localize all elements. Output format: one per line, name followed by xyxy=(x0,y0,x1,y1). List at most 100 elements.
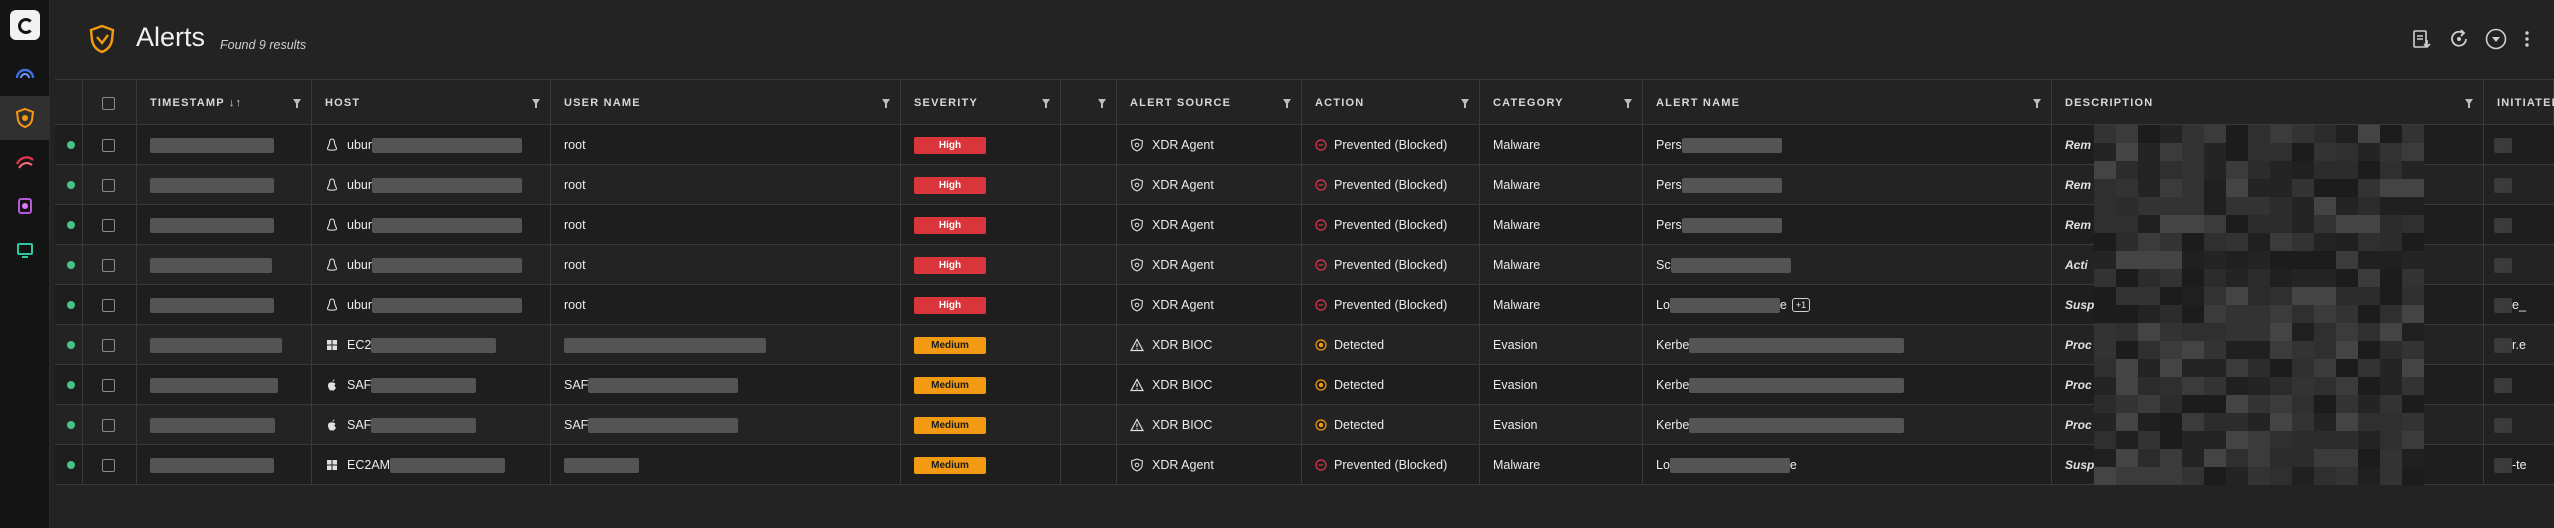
row-checkbox[interactable] xyxy=(102,418,115,432)
export-icon[interactable] xyxy=(2408,26,2434,52)
severity-badge: Medium xyxy=(914,376,986,394)
redaction-pixel xyxy=(2314,395,2336,413)
column-header-description[interactable]: DESCRIPTION xyxy=(2052,80,2484,126)
column-filter-icon[interactable] xyxy=(2465,99,2473,108)
column-label: SEVERITY xyxy=(914,97,979,109)
cell-user: root xyxy=(551,205,901,245)
redaction-pixel xyxy=(2138,323,2160,341)
redaction-pixel xyxy=(2358,197,2380,215)
description-text: Acti xyxy=(2065,258,2088,272)
status-dot xyxy=(67,421,75,429)
column-header-alert_name[interactable]: ALERT NAME xyxy=(1643,80,2052,126)
column-filter-icon[interactable] xyxy=(882,99,890,108)
category-text: Evasion xyxy=(1493,418,1538,432)
redaction-pixel xyxy=(2292,287,2314,305)
more-options-icon[interactable] xyxy=(2514,26,2540,52)
redaction-pixel xyxy=(2204,233,2226,251)
column-header-action[interactable]: ACTION xyxy=(1302,80,1480,126)
row-checkbox[interactable] xyxy=(102,378,115,392)
user-name: root xyxy=(564,178,586,192)
row-checkbox[interactable] xyxy=(102,258,115,272)
cell-select[interactable] xyxy=(83,445,137,485)
alerts-nav-icon[interactable] xyxy=(0,96,50,140)
redaction-pixel xyxy=(2226,413,2248,431)
redaction-pixel xyxy=(2160,431,2182,449)
redaction-pixel xyxy=(2402,323,2424,341)
cell-select[interactable] xyxy=(83,405,137,445)
redaction-pixel xyxy=(2182,323,2204,341)
redaction-pixel xyxy=(2160,467,2182,485)
redaction-pixel xyxy=(2138,449,2160,467)
column-header-category[interactable]: CATEGORY xyxy=(1480,80,1643,126)
incidents-icon[interactable] xyxy=(0,140,50,184)
redacted-value xyxy=(2494,417,2512,433)
alert-source-icon xyxy=(1130,178,1144,192)
redaction-pixel xyxy=(2204,143,2226,161)
redaction-pixel xyxy=(2182,449,2204,467)
column-header-blank[interactable] xyxy=(1061,80,1117,126)
cell-alert_name: Sc xyxy=(1643,245,2052,285)
redaction-pixel xyxy=(2094,143,2116,161)
action-text: Prevented (Blocked) xyxy=(1334,298,1448,312)
column-filter-icon[interactable] xyxy=(1624,99,1632,108)
dashboard-icon[interactable] xyxy=(0,52,50,96)
redaction-pixel xyxy=(2292,323,2314,341)
redaction-pixel xyxy=(2160,143,2182,161)
column-header-host[interactable]: HOST xyxy=(312,80,551,126)
investigation-icon[interactable] xyxy=(0,184,50,228)
redaction-pixel xyxy=(2182,143,2204,161)
filter-menu-icon[interactable] xyxy=(2483,26,2509,52)
cell-select[interactable] xyxy=(83,365,137,405)
cell-select[interactable] xyxy=(83,245,137,285)
cell-timestamp xyxy=(137,285,312,325)
redaction-pixel xyxy=(2116,431,2138,449)
cell-select[interactable] xyxy=(83,165,137,205)
row-checkbox[interactable] xyxy=(102,138,115,152)
column-filter-icon[interactable] xyxy=(1042,99,1050,108)
user-name: root xyxy=(564,258,586,272)
column-header-user[interactable]: USER NAME xyxy=(551,80,901,126)
select-all-checkbox[interactable] xyxy=(102,96,115,110)
redaction-pixel xyxy=(2336,377,2358,395)
redaction-pixel xyxy=(2336,431,2358,449)
column-header-initiated[interactable]: INITIATED xyxy=(2484,80,2554,126)
cell-select[interactable] xyxy=(83,125,137,165)
severity-badge: Medium xyxy=(914,416,986,434)
redacted-value xyxy=(150,457,274,473)
more-alerts-badge[interactable]: +1 xyxy=(1791,298,1811,312)
category-text: Malware xyxy=(1493,138,1541,152)
redaction-pixel xyxy=(2094,359,2116,377)
column-filter-icon[interactable] xyxy=(1283,99,1291,108)
refresh-icon[interactable] xyxy=(2446,26,2472,52)
cell-select[interactable] xyxy=(83,325,137,365)
column-header-select[interactable] xyxy=(83,80,137,126)
cell-select[interactable] xyxy=(83,205,137,245)
column-filter-icon[interactable] xyxy=(532,99,540,108)
redaction-pixel xyxy=(2402,215,2424,233)
column-filter-icon[interactable] xyxy=(2033,99,2041,108)
app-logo[interactable] xyxy=(10,10,40,40)
redaction-pixel xyxy=(2270,449,2292,467)
row-checkbox[interactable] xyxy=(102,458,115,472)
column-header-status[interactable] xyxy=(55,80,83,126)
redaction-pixel xyxy=(2402,125,2424,143)
column-filter-icon[interactable] xyxy=(1098,99,1106,108)
column-header-severity[interactable]: SEVERITY xyxy=(901,80,1061,126)
row-checkbox[interactable] xyxy=(102,178,115,192)
cell-severity: Medium xyxy=(901,365,1061,405)
description-text: Rem xyxy=(2065,138,2092,152)
row-checkbox[interactable] xyxy=(102,298,115,312)
row-checkbox[interactable] xyxy=(102,338,115,352)
row-checkbox[interactable] xyxy=(102,218,115,232)
column-filter-icon[interactable] xyxy=(293,99,301,108)
redaction-pixel xyxy=(2116,467,2138,485)
column-header-timestamp[interactable]: TIMESTAMP ↓↑ xyxy=(137,80,312,126)
cell-blank xyxy=(1061,405,1117,445)
blocked-icon xyxy=(1315,219,1327,231)
column-header-source[interactable]: ALERT SOURCE xyxy=(1117,80,1302,126)
cell-host: ubur xyxy=(312,205,551,245)
endpoints-icon[interactable] xyxy=(0,228,50,272)
cell-select[interactable] xyxy=(83,285,137,325)
column-filter-icon[interactable] xyxy=(1461,99,1469,108)
redaction-pixel xyxy=(2138,143,2160,161)
